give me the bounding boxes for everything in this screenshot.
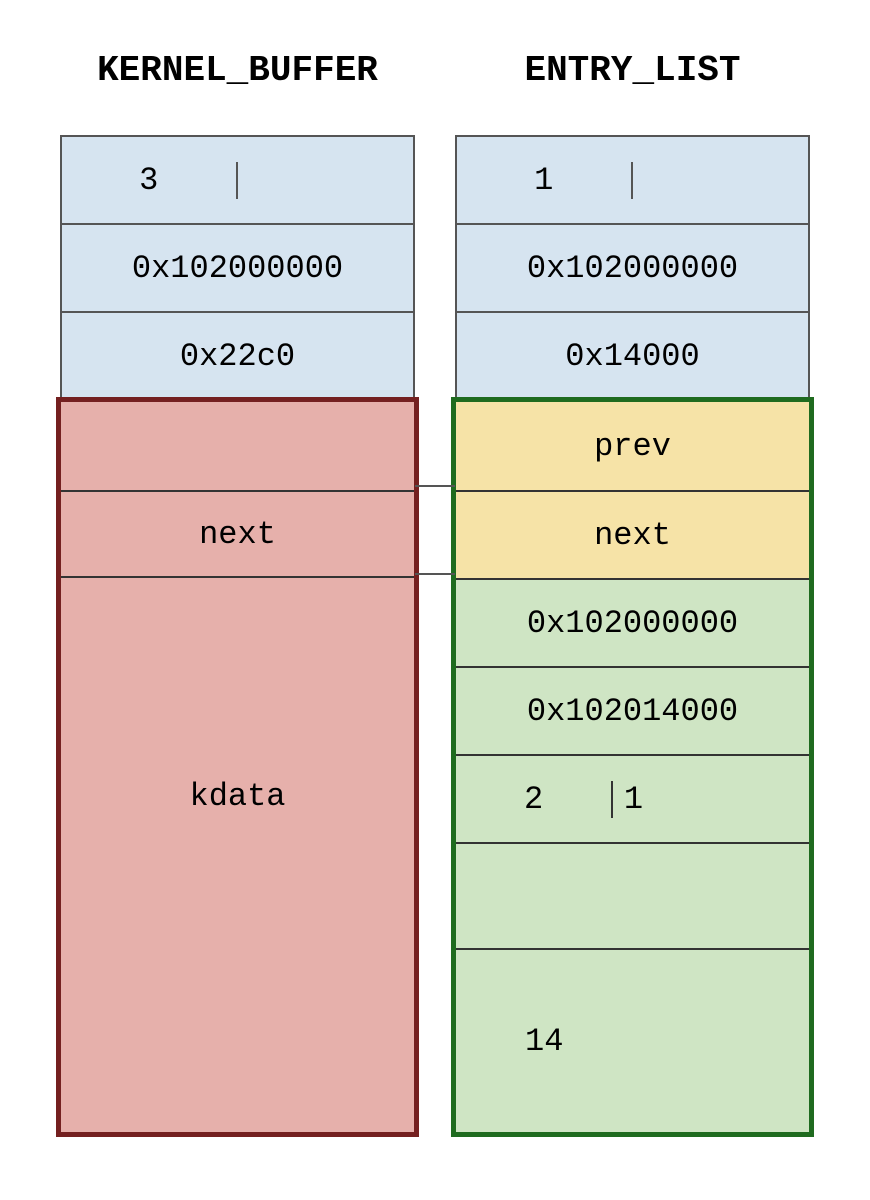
title-entry-list: ENTRY_LIST: [455, 50, 810, 91]
left-header-count: 3: [62, 162, 238, 199]
el-next: next: [456, 490, 809, 578]
el-empty: [456, 842, 809, 948]
el-last-val: 14: [456, 1023, 633, 1060]
left-addr2: 0x22c0: [60, 311, 415, 401]
right-addr1: 0x102000000: [455, 223, 810, 313]
kernel-buffer-body: next kdata: [56, 397, 419, 1137]
left-header-split: 3: [60, 135, 415, 225]
connector-line-2: [415, 573, 455, 575]
el-small-a: 2: [456, 781, 611, 818]
right-addr2: 0x14000: [455, 311, 810, 401]
el-small-b: 1: [611, 781, 653, 818]
el-val2: 0x102014000: [456, 666, 809, 754]
entry-list-body: prev next 0x102000000 0x102014000 2 1 14: [451, 397, 814, 1137]
el-prev: prev: [456, 402, 809, 490]
el-last-row: 14: [456, 948, 809, 1132]
right-column: 1 0x102000000 0x14000: [455, 135, 810, 401]
right-header-split: 1: [455, 135, 810, 225]
el-val1: 0x102000000: [456, 578, 809, 666]
left-addr1: 0x102000000: [60, 223, 415, 313]
connector-line-1: [415, 485, 455, 487]
el-small-row: 2 1: [456, 754, 809, 842]
kb-row-next: next: [61, 490, 414, 578]
left-column: 3 0x102000000 0x22c0: [60, 135, 415, 401]
kb-row-blank: [61, 402, 414, 490]
kb-row-kdata: kdata: [61, 580, 414, 1132]
right-header-count: 1: [457, 162, 633, 199]
title-kernel-buffer: KERNEL_BUFFER: [60, 50, 415, 91]
